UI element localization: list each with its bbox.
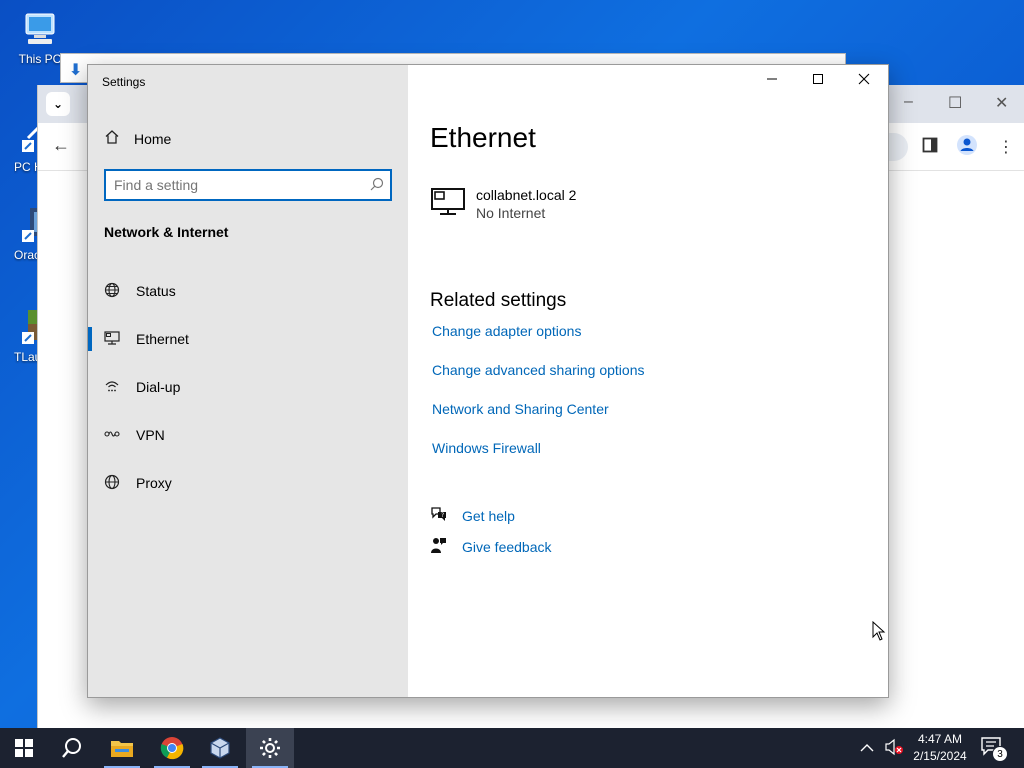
download-arrow-icon: ⬇: [69, 62, 83, 79]
settings-search-box[interactable]: [104, 169, 392, 201]
tab-search-button[interactable]: ⌄: [46, 92, 70, 116]
ethernet-icon: [88, 330, 136, 349]
virtualbox-icon: [210, 737, 230, 759]
minimize-icon: [767, 78, 777, 80]
nav-vpn[interactable]: VPN: [88, 415, 408, 455]
ethernet-adapter-icon: [430, 186, 466, 222]
vpn-icon: [88, 426, 136, 445]
globe-icon: [88, 474, 136, 493]
link-network-sharing-center[interactable]: Network and Sharing Center: [432, 401, 609, 417]
side-panel-icon[interactable]: [922, 137, 938, 158]
search-icon: [62, 738, 81, 758]
taskbar-chrome[interactable]: [148, 728, 196, 768]
feedback-person-icon: [430, 536, 448, 557]
give-feedback-row[interactable]: Give feedback: [430, 536, 552, 557]
profile-avatar-icon[interactable]: [956, 134, 978, 161]
minimize-icon[interactable]: –: [904, 93, 913, 111]
link-change-adapter-options[interactable]: Change adapter options: [432, 323, 581, 339]
give-feedback-link[interactable]: Give feedback: [462, 539, 552, 555]
nav-ethernet-label: Ethernet: [136, 331, 189, 347]
section-title: Network & Internet: [104, 224, 229, 240]
chevron-up-icon[interactable]: [860, 740, 874, 756]
nav-dialup[interactable]: Dial-up: [88, 367, 408, 407]
nav-home[interactable]: Home: [104, 129, 171, 148]
selected-indicator: [88, 327, 92, 351]
start-icon: [15, 739, 33, 757]
back-arrow-icon[interactable]: ←: [52, 135, 70, 156]
nav-vpn-label: VPN: [136, 427, 165, 443]
taskbar: 4:47 AM 2/15/2024 3: [0, 728, 1024, 768]
taskbar-search-button[interactable]: [48, 728, 96, 768]
page-title: Ethernet: [430, 122, 536, 153]
minimize-button[interactable]: [749, 71, 795, 93]
nav-status[interactable]: Status: [88, 271, 408, 311]
nav-ethernet[interactable]: Ethernet: [88, 319, 408, 359]
get-help-link[interactable]: Get help: [462, 508, 515, 524]
maximize-button[interactable]: [795, 71, 841, 93]
search-icon: [370, 177, 384, 194]
connection-status: No Internet: [476, 205, 546, 221]
chrome-icon: [160, 737, 184, 760]
taskbar-file-explorer[interactable]: [98, 728, 146, 768]
settings-window[interactable]: Settings Home Network & Internet Status: [87, 64, 889, 698]
settings-icon: [260, 738, 280, 758]
dialup-icon: [88, 378, 136, 397]
close-icon[interactable]: ✕: [995, 93, 1008, 113]
clock-date: 2/15/2024: [913, 749, 967, 763]
nav-home-label: Home: [134, 130, 172, 147]
clock-time: 4:47 AM: [917, 732, 963, 746]
action-center-button[interactable]: 3: [980, 736, 1010, 762]
ethernet-connection[interactable]: collabnet.local 2 No Internet: [430, 186, 576, 222]
search-input[interactable]: [106, 171, 356, 199]
window-title: Settings: [102, 75, 146, 89]
notification-count-badge: 3: [992, 746, 1008, 762]
maximize-icon[interactable]: ☐: [948, 93, 962, 113]
settings-sidebar: Settings Home Network & Internet Status: [88, 65, 408, 697]
get-help-row[interactable]: ? Get help: [430, 505, 515, 526]
nav-status-label: Status: [136, 283, 176, 299]
volume-muted-icon[interactable]: [884, 738, 904, 759]
taskbar-settings[interactable]: [246, 728, 294, 768]
svg-text:?: ?: [441, 512, 444, 519]
home-icon: [104, 129, 120, 148]
file-explorer-icon: [111, 741, 133, 757]
system-tray: [860, 728, 904, 768]
computer-icon: [20, 10, 60, 50]
nav-proxy[interactable]: Proxy: [88, 463, 408, 503]
mouse-cursor-icon: [872, 620, 886, 646]
taskbar-virtualbox[interactable]: [196, 728, 244, 768]
taskbar-clock[interactable]: 4:47 AM 2/15/2024: [905, 731, 975, 765]
close-button[interactable]: [841, 71, 887, 93]
maximize-icon: [813, 74, 823, 84]
link-windows-firewall[interactable]: Windows Firewall: [432, 440, 541, 456]
close-icon: [858, 73, 870, 85]
chevron-down-icon: ⌄: [52, 97, 64, 111]
link-change-advanced-sharing[interactable]: Change advanced sharing options: [432, 362, 645, 378]
nav-proxy-label: Proxy: [136, 475, 172, 491]
connection-name: collabnet.local 2: [476, 187, 577, 203]
settings-content: Ethernet collabnet.local 2 No Internet R…: [408, 65, 888, 697]
related-settings-title: Related settings: [430, 290, 567, 311]
kebab-menu-icon[interactable]: ⋮: [998, 137, 1014, 157]
start-button[interactable]: [0, 728, 48, 768]
nav-dialup-label: Dial-up: [136, 379, 181, 395]
omnibox[interactable]: [888, 133, 908, 161]
globe-status-icon: [88, 282, 136, 301]
help-chat-icon: ?: [430, 505, 448, 526]
